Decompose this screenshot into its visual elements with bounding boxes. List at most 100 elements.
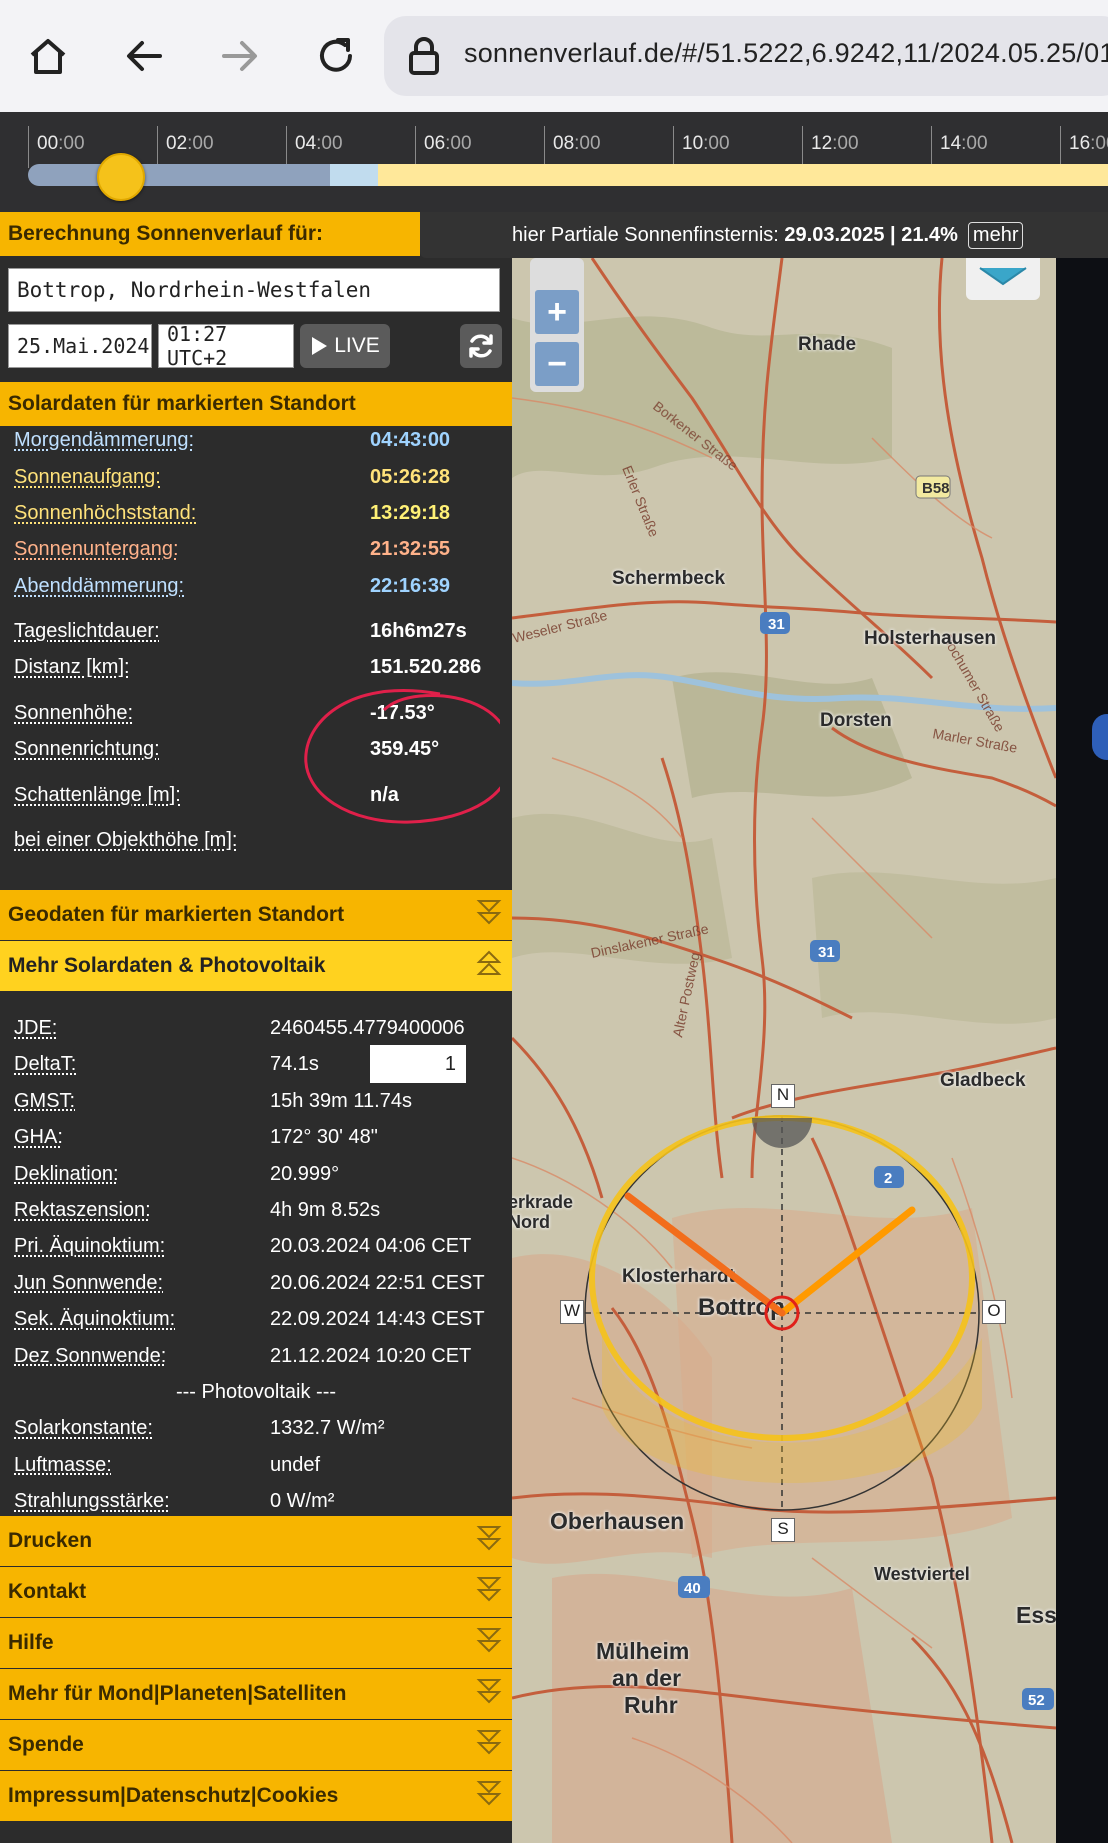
timeline-tick-label: 08:00 — [553, 133, 601, 154]
solar-value: 16h6m27s — [370, 620, 467, 642]
more-label: JDE: — [14, 1017, 58, 1039]
arrow-left-icon[interactable] — [112, 24, 176, 88]
date-input[interactable]: 25.Mai.2024 — [8, 324, 152, 368]
live-label: LIVE — [334, 334, 380, 357]
section-header[interactable]: Impressum|Datenschutz|Cookies — [0, 1771, 512, 1821]
more-value: 20.03.2024 04:06 CET — [270, 1235, 472, 1258]
section-header[interactable]: Hilfe — [0, 1618, 512, 1668]
section-label: Impressum|Datenschutz|Cookies — [8, 1784, 339, 1807]
map-view[interactable]: B58 31 31 2 40 52 Borkener Straße Wesele… — [512, 258, 1056, 1843]
solar-value: 151.520.286 — [370, 656, 482, 678]
location-input[interactable]: Bottrop, Nordrhein-Westfalen — [8, 268, 500, 312]
play-icon — [312, 337, 328, 355]
more-label: Jun Sonnwende: — [14, 1271, 164, 1294]
more-value: 15h 39m 11.74s — [270, 1089, 412, 1112]
section-label: Kontakt — [8, 1580, 87, 1603]
timeline-tick-label: 14:00 — [940, 133, 988, 154]
solar-label: Sonnenuntergang: — [14, 538, 179, 560]
solar-label: Sonnenhöhe: — [14, 702, 134, 724]
photovoltaik-title: --- Photovoltaik --- — [175, 1381, 337, 1403]
solar-label: Abenddämmerung: — [14, 575, 185, 597]
timeline-tick — [28, 126, 29, 168]
solar-label: Schattenlänge [m]: — [14, 784, 181, 806]
timeline-tick-label: 12:00 — [811, 133, 859, 154]
more-label: DeltaT: — [14, 1053, 77, 1076]
eclipse-value: 29.03.2025 | 21.4% — [784, 223, 958, 246]
solar-value: 22:16:39 — [370, 575, 451, 597]
section-header[interactable]: Mehr für Mond|Planeten|Satelliten — [0, 1669, 512, 1719]
pv-label: Luftmasse: — [14, 1453, 112, 1476]
timeline-tick — [931, 126, 932, 168]
expand-icon — [476, 1626, 502, 1660]
layers-button[interactable] — [966, 258, 1040, 300]
compass-north: N — [771, 1084, 795, 1108]
compass-south: S — [771, 1518, 795, 1542]
more-value: 20.999° — [270, 1162, 340, 1185]
refresh-button[interactable] — [460, 324, 502, 368]
refresh-icon — [469, 334, 493, 358]
solar-value: 05:26:28 — [370, 466, 451, 488]
timeline-tick-label: 10:00 — [682, 133, 730, 154]
compass-east: O — [982, 1300, 1006, 1324]
more-label: Rektaszension: — [14, 1199, 151, 1221]
night-track — [28, 164, 330, 186]
twilight-track — [330, 164, 378, 186]
zoom-out-button[interactable]: − — [535, 342, 579, 386]
solar-header[interactable]: Solardaten für markierten Standort — [0, 382, 512, 426]
expand-icon — [476, 898, 502, 932]
more-label: Dez Sonnwende: — [14, 1344, 167, 1367]
more-solar-header-label: Mehr Solardaten & Photovoltaik — [8, 954, 326, 977]
eclipse-info-bar: hier Partiale Sonnenfinsternis: 29.03.20… — [420, 212, 1108, 258]
pv-value: 1332.7 W/m² — [270, 1417, 385, 1440]
more-label: Sek. Äquinoktium: — [14, 1308, 176, 1331]
solar-value: 21:32:55 — [370, 538, 451, 560]
more-value: 74.1s — [270, 1053, 319, 1076]
zoom-in-button[interactable]: + — [535, 290, 579, 334]
compass-west: W — [560, 1300, 584, 1324]
section-label: Hilfe — [8, 1631, 54, 1654]
time-input[interactable]: 01:27 UTC+2 — [158, 322, 294, 370]
more-value: 4h 9m 8.52s — [270, 1199, 381, 1221]
red-highlight-circle — [304, 689, 500, 824]
home-icon[interactable] — [16, 24, 80, 88]
more-value: 20.06.2024 22:51 CEST — [270, 1271, 485, 1294]
section-label: Mehr für Mond|Planeten|Satelliten — [8, 1682, 347, 1705]
solar-label: Morgendämmerung: — [14, 429, 195, 451]
timeline-tick — [544, 126, 545, 168]
pv-label: Solarkonstante: — [14, 1417, 153, 1440]
more-value: 21.12.2024 10:20 CET — [270, 1344, 472, 1367]
solar-label: Tageslichtdauer: — [14, 620, 160, 642]
timeline-tick — [1060, 126, 1061, 168]
object-height-input[interactable]: 1 — [370, 1045, 466, 1083]
timeline-tick-label: 06:00 — [424, 133, 472, 154]
pv-value: undef — [270, 1453, 321, 1476]
more-label: Pri. Äquinoktium: — [14, 1235, 166, 1258]
geo-header[interactable]: Geodaten für markierten Standort — [0, 890, 512, 940]
section-header[interactable]: Kontakt — [0, 1567, 512, 1617]
collapse-icon — [476, 949, 502, 983]
more-button[interactable]: mehr — [967, 221, 1024, 249]
eclipse-prefix: hier Partiale Sonnenfinsternis: — [512, 223, 779, 246]
solar-label: Sonnenaufgang: — [14, 466, 161, 488]
reload-icon[interactable] — [304, 24, 368, 88]
day-track — [378, 164, 1108, 186]
pv-label: Strahlungsstärke: — [14, 1490, 170, 1513]
live-button[interactable]: LIVE — [300, 324, 390, 368]
timeline-tick — [673, 126, 674, 168]
arrow-right-icon[interactable] — [208, 24, 272, 88]
section-header[interactable]: Drucken — [0, 1516, 512, 1566]
side-handle[interactable] — [1092, 714, 1108, 760]
section-header[interactable]: Spende — [0, 1720, 512, 1770]
url-text[interactable]: sonnenverlauf.de/#/51.5222,6.9242,11/202… — [464, 38, 1108, 69]
timeline-tick-label: 16:00 — [1069, 133, 1108, 154]
time-slider-handle[interactable] — [97, 153, 145, 201]
time-slider[interactable] — [0, 112, 1108, 212]
more-value: 172° 30' 48" — [270, 1126, 378, 1149]
expand-icon — [476, 1524, 502, 1558]
more-solar-header[interactable]: Mehr Solardaten & Photovoltaik — [0, 941, 512, 991]
sun-path-overlay — [584, 1115, 982, 1511]
more-label: Deklination: — [14, 1162, 119, 1185]
timeline-tick-label: 02:00 — [166, 133, 214, 154]
layers-icon — [979, 267, 1027, 286]
timeline-tick-label: 00:00 — [37, 133, 85, 154]
